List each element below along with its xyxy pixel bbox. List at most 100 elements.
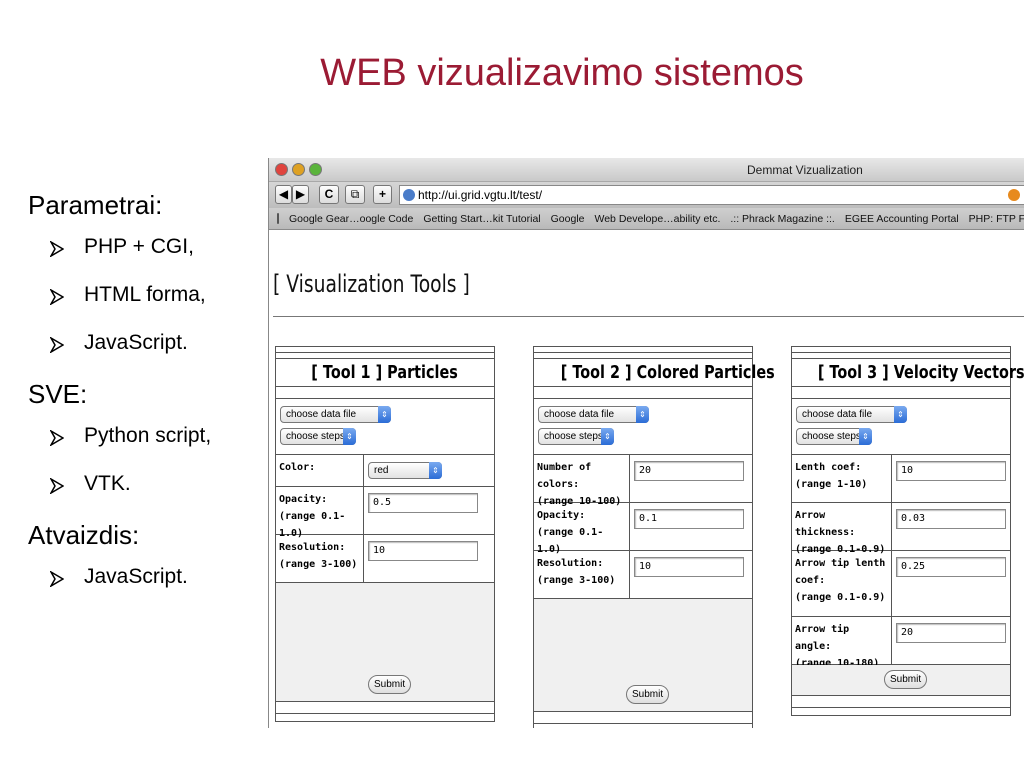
- bookmark-link[interactable]: Google Gear…oogle Code: [289, 213, 413, 225]
- reload-button[interactable]: C: [319, 185, 339, 204]
- forward-button[interactable]: ▶: [292, 185, 309, 204]
- bookmark-link[interactable]: Getting Start…kit Tutorial: [423, 213, 540, 225]
- field-value: 0.03: [892, 503, 1010, 550]
- field-label: Resolution: (range 3-100): [276, 535, 364, 582]
- arrow-bullet-icon: [48, 476, 65, 496]
- field-value: 0.1: [630, 503, 752, 550]
- bullet-list: Parametrai: PHP + CGI, HTML forma, JavaScri…: [28, 190, 268, 613]
- bookmark-link[interactable]: EGEE Accounting Portal: [845, 213, 959, 225]
- divider: [792, 387, 1010, 399]
- field-row: Lenth coef: (range 1-10) 10: [792, 455, 1010, 503]
- bookmark-link[interactable]: PHP: FTP Fu…ns – Manual: [969, 213, 1024, 225]
- divider: [273, 316, 1024, 317]
- field-label: Resolution: (range 3-100): [534, 551, 630, 598]
- divider: [534, 723, 752, 728]
- globe-icon: [403, 189, 415, 201]
- field-label: Arrow tip angle: (range 10-180): [792, 617, 892, 669]
- bullet-text: Python script,: [84, 424, 212, 447]
- bullet-item: JavaScript.: [48, 331, 268, 355]
- bullet-items: PHP + CGI, HTML forma, JavaScript.: [28, 235, 268, 355]
- arrow-bullet-icon: [48, 335, 65, 355]
- data-selectors: choose data file ⇕ choose steps ⇕: [534, 399, 752, 455]
- section-heading: Parametrai:: [28, 190, 163, 220]
- bookmark-link[interactable]: .:: Phrack Magazine ::.: [730, 213, 834, 225]
- color-select[interactable]: red ⇕: [368, 462, 442, 479]
- field-row: Arrow thickness: (range 0.1-0.9) 0.03: [792, 503, 1010, 555]
- bullet-text: JavaScript.: [84, 565, 188, 588]
- field-row: Resolution: (range 3-100) 10: [534, 551, 752, 599]
- select-arrows-icon: ⇕: [601, 428, 614, 445]
- number-input[interactable]: 0.1: [634, 509, 744, 529]
- data-file-select[interactable]: choose data file ⇕: [796, 406, 907, 423]
- field-label: Color:: [276, 455, 364, 486]
- steps-select[interactable]: choose steps ⇕: [796, 428, 872, 445]
- number-input[interactable]: 10: [896, 461, 1006, 481]
- select-arrows-icon: ⇕: [859, 428, 872, 445]
- data-file-select[interactable]: choose data file ⇕: [538, 406, 649, 423]
- bullet-text: VTK.: [84, 472, 131, 495]
- bullet-items: JavaScript.: [28, 565, 268, 589]
- field-value: 0.25: [892, 551, 1010, 616]
- steps-select[interactable]: choose steps ⇕: [280, 428, 356, 445]
- address-bar[interactable]: http://ui.grid.vgtu.lt/test/: [399, 185, 1024, 205]
- field-row: Opacity: (range 0.1-1.0) 0.5: [276, 487, 494, 539]
- number-input[interactable]: 10: [368, 541, 478, 561]
- bullet-items: Python script, VTK.: [28, 424, 268, 496]
- number-input[interactable]: 0.25: [896, 557, 1006, 577]
- number-input[interactable]: 20: [634, 461, 744, 481]
- bookmark-link[interactable]: Google: [551, 213, 585, 225]
- bullet-item: Python script,: [48, 424, 268, 448]
- field-row: Arrow tip angle: (range 10-180) 20: [792, 617, 1010, 669]
- tool-title-text: [ Tool 3 ] Velocity Vectors: [817, 362, 1024, 383]
- tool-title: [ Tool 2 ] Colored Particles: [534, 359, 775, 387]
- rss-icon[interactable]: [1008, 189, 1020, 201]
- number-input[interactable]: 10: [634, 557, 744, 577]
- arrow-bullet-icon: [48, 287, 65, 307]
- title-bar: Demmat Vizualization: [269, 158, 1024, 182]
- submit-area: Submit: [792, 665, 1010, 695]
- submit-button[interactable]: Submit: [884, 670, 928, 689]
- zoom-window-button[interactable]: [309, 163, 322, 176]
- minimize-window-button[interactable]: [292, 163, 305, 176]
- arrow-bullet-icon: [48, 569, 65, 589]
- section-heading: Atvaizdis:: [28, 520, 140, 550]
- tool-panel: [ Tool 3 ] Velocity Vectors choose data f…: [791, 346, 1024, 716]
- tool-title: [ Tool 1 ] Particles: [276, 359, 494, 387]
- back-button[interactable]: ◀: [275, 185, 292, 204]
- snapback-icon[interactable]: ⧉: [345, 185, 365, 204]
- number-input[interactable]: 0.5: [368, 493, 478, 513]
- divider: [534, 711, 752, 723]
- steps-select[interactable]: choose steps ⇕: [538, 428, 614, 445]
- field-label: Arrow tip lenth coef: (range 0.1-0.9): [792, 551, 892, 616]
- data-file-select[interactable]: choose data file ⇕: [280, 406, 391, 423]
- number-input[interactable]: 0.03: [896, 509, 1006, 529]
- field-row: Resolution: (range 3-100) 10: [276, 535, 494, 583]
- browser-toolbar: ◀ ▶ C ⧉ + http://ui.grid.vgtu.lt/test/: [269, 182, 1024, 208]
- browser-window: Demmat Vizualization ◀ ▶ C ⧉ + http://ui…: [268, 158, 1024, 728]
- tool-panel: [ Tool 2 ] Colored Particles choose data …: [533, 346, 775, 728]
- submit-button[interactable]: Submit: [368, 675, 412, 694]
- arrow-bullet-icon: [48, 428, 65, 448]
- field-label: Opacity: (range 0.1-1.0): [534, 503, 630, 555]
- book-icon[interactable]: [277, 213, 279, 224]
- bullet-item: HTML forma,: [48, 283, 268, 307]
- field-label: Lenth coef: (range 1-10): [792, 455, 892, 502]
- number-input[interactable]: 20: [896, 623, 1006, 643]
- bullet-text: PHP + CGI,: [84, 235, 194, 258]
- data-selectors: choose data file ⇕ choose steps ⇕: [792, 399, 1010, 455]
- field-value: 20: [892, 617, 1010, 664]
- field-value: 10: [364, 535, 494, 582]
- tool-title-text: [ Tool 2 ] Colored Particles: [560, 362, 775, 383]
- tool-panel: [ Tool 1 ] Particles choose data file ⇕ cho…: [275, 346, 495, 722]
- bullet-text: JavaScript.: [84, 331, 188, 354]
- bookmarks-bar: Google Gear…oogle Code Getting Start…kit …: [269, 208, 1024, 230]
- field-value: 10: [892, 455, 1010, 502]
- page-heading: [ Visualization Tools ]: [273, 270, 470, 298]
- bookmark-link[interactable]: Web Develope…ability etc.: [595, 213, 721, 225]
- page-content: [ Visualization Tools ] [ Tool 1 ] Parti…: [269, 230, 1024, 728]
- add-bookmark-button[interactable]: +: [373, 185, 392, 204]
- close-window-button[interactable]: [275, 163, 288, 176]
- bullet-text: HTML forma,: [84, 283, 206, 306]
- submit-button[interactable]: Submit: [626, 685, 670, 704]
- section-heading: SVE:: [28, 379, 88, 409]
